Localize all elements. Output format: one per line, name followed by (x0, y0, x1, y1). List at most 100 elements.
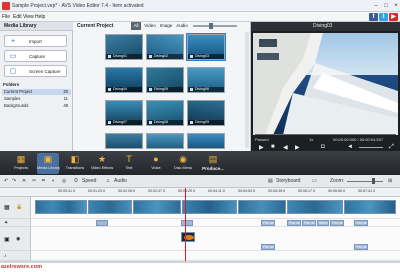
audio-button[interactable]: Audio (114, 178, 127, 185)
thumbnail-size-slider[interactable] (193, 25, 237, 27)
thumb-diving12[interactable] (187, 133, 225, 149)
folder-backgrounds[interactable]: Backgrounds 48 (2, 103, 71, 109)
menu-view[interactable]: View (23, 14, 34, 20)
maximize-button[interactable]: □ (382, 2, 390, 10)
overlay-clip[interactable]: Wave (317, 220, 329, 226)
overlay-clip[interactable]: Pan and ... (302, 220, 316, 226)
video-track[interactable] (31, 197, 400, 219)
trim-icon[interactable]: ✂ (32, 178, 36, 185)
snapshot-icon[interactable]: ◘ (321, 144, 325, 150)
effect-clip[interactable] (181, 220, 193, 226)
playhead[interactable] (185, 188, 186, 261)
thumb-diving06[interactable]: Diving06 (187, 67, 225, 93)
volume-icon[interactable]: ◄ (347, 144, 353, 150)
speed-button[interactable]: Speed (82, 178, 96, 185)
thumb-diving01[interactable]: Diving01 (105, 34, 143, 60)
redo-icon[interactable]: ↷ (12, 178, 16, 185)
timeline-ruler[interactable]: 00:00:41.9 00:01:23.9 00:02:05.9 00:02:4… (0, 188, 400, 197)
menu-edit[interactable]: Edit (13, 14, 22, 20)
seek-bar[interactable] (255, 134, 396, 135)
thumb-diving04[interactable]: Diving04 (105, 67, 143, 93)
video-clip[interactable] (287, 200, 343, 214)
effect-clip[interactable] (96, 220, 108, 226)
screen-capture-button[interactable]: ▢ Screen Capture (4, 65, 67, 77)
overlay-clip[interactable]: Pan and ... (354, 244, 368, 250)
audio-icon[interactable]: ♫ (106, 178, 110, 185)
folder-current-project[interactable]: Current Project 20 (2, 89, 71, 95)
video-clip[interactable] (182, 200, 237, 214)
thumb-diving02[interactable]: Diving02 (146, 34, 184, 60)
thumb-label: Diving09 (188, 120, 224, 125)
overlay-clip[interactable]: Pan and ... (287, 220, 301, 226)
stop-button[interactable]: ■ (271, 144, 275, 150)
previous-frame-button[interactable]: ◀ (283, 144, 288, 151)
zoom-fit-icon[interactable]: ⊞ (388, 178, 392, 185)
video-clip[interactable] (133, 200, 181, 214)
transitions-button[interactable]: ◧ Transitions (64, 153, 86, 174)
color-icon[interactable]: ◐ (52, 178, 55, 185)
video-clip[interactable] (344, 200, 396, 214)
thumb-diving03[interactable]: Diving03 (186, 33, 226, 61)
ruler-tick: 00:00:41.9 (58, 189, 75, 193)
folder-name: Backgrounds (4, 103, 29, 108)
overlay-clip[interactable]: Pan and ... (354, 220, 368, 226)
storyboard-button[interactable]: Storyboard (276, 178, 300, 185)
produce-button[interactable]: ▤ Produce... (199, 153, 227, 174)
import-button[interactable]: + Import (4, 35, 67, 47)
thumb-diving07[interactable]: Diving07 (105, 100, 143, 126)
speed-icon[interactable]: ⏱ (74, 178, 78, 185)
video-clip[interactable] (88, 200, 132, 214)
thumb-diving09[interactable]: Diving09 (187, 100, 225, 126)
lock-icon[interactable]: 🔒 (16, 204, 22, 210)
overlay-clip[interactable]: Pan and ... (261, 244, 275, 250)
thumb-diving08[interactable]: Diving08 (146, 100, 184, 126)
scrollbar[interactable] (245, 32, 249, 148)
slider-handle[interactable] (209, 23, 213, 29)
overlay-clip[interactable]: Pan and ... (261, 220, 275, 226)
effects-track[interactable]: Pan and ... Pan and ... Pan and ... Wave… (31, 219, 400, 227)
storyboard-icon[interactable]: ▤ (268, 178, 273, 185)
screen-icon[interactable]: ▭ (312, 178, 317, 185)
media-library-button[interactable]: ▣ Media Library (37, 153, 60, 174)
facebook-icon[interactable]: f (369, 13, 378, 21)
tab-all[interactable]: All (131, 22, 141, 30)
stabilize-icon[interactable]: ◎ (62, 178, 66, 185)
minimize-button[interactable]: – (372, 2, 380, 10)
playback-speed[interactable]: 1x (309, 136, 313, 143)
visibility-icon[interactable]: ◉ (16, 236, 20, 242)
fullscreen-icon[interactable]: ⤢ (389, 144, 394, 151)
thumb-diving05[interactable]: Diving05 (146, 67, 184, 93)
zoom-slider[interactable] (347, 181, 383, 182)
video-effects-button[interactable]: ★ Video Effects (91, 153, 113, 174)
close-button[interactable]: × (392, 2, 400, 10)
voice-button[interactable]: ● Voice (145, 153, 167, 174)
overlay-track[interactable]: Pan and ... Pan and ... (31, 227, 400, 251)
menu-file[interactable]: File (2, 14, 10, 20)
overlay-clip[interactable]: Pan and ... (330, 220, 344, 226)
undo-icon[interactable]: ↶ (4, 178, 8, 185)
video-clip[interactable] (35, 200, 87, 214)
import-label: Import (29, 39, 42, 44)
delete-icon[interactable]: ✕ (22, 178, 26, 185)
projects-button[interactable]: ▦ Projects (10, 153, 32, 174)
play-button[interactable]: ▶ (259, 144, 264, 151)
thumb-diving11[interactable] (146, 133, 184, 149)
twitter-icon[interactable]: t (379, 13, 388, 21)
fish-clip[interactable] (181, 232, 195, 242)
folder-samples[interactable]: Samples 11 (2, 96, 71, 102)
video-clip[interactable] (238, 200, 286, 214)
audio-track[interactable] (31, 251, 400, 261)
capture-button[interactable]: ▭ Capture (4, 50, 67, 62)
next-frame-button[interactable]: ▶ (295, 144, 300, 151)
thumb-diving10[interactable] (105, 133, 143, 149)
youtube-icon[interactable]: ▶ (389, 13, 398, 21)
menu-help[interactable]: Help (35, 14, 45, 20)
tab-image[interactable]: Image (159, 22, 173, 30)
volume-slider[interactable] (359, 147, 383, 148)
disc-menu-button[interactable]: ◉ Disc Menu (172, 153, 194, 174)
text-button[interactable]: T Text (118, 153, 140, 174)
zoom-handle[interactable] (372, 178, 375, 184)
tab-video[interactable]: Video (143, 22, 157, 30)
tab-audio[interactable]: Audio (175, 22, 189, 30)
crop-icon[interactable]: ⌗ (42, 178, 45, 185)
